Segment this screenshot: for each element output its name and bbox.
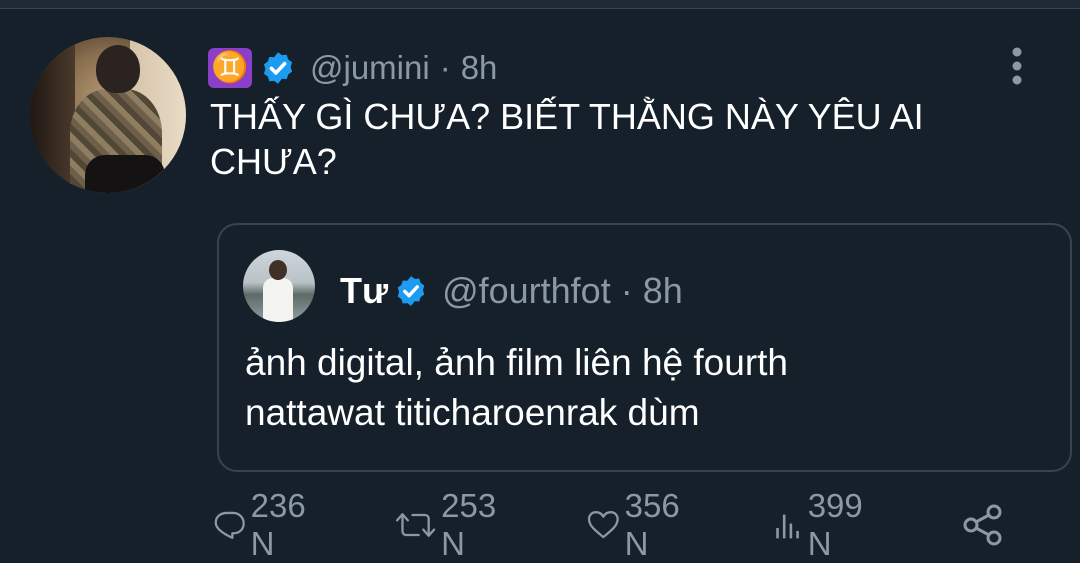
views-count: 399 N bbox=[807, 487, 863, 562]
separator-dot: · bbox=[620, 270, 633, 311]
like-count: 356 N bbox=[624, 487, 680, 562]
like-button[interactable]: 356 N bbox=[586, 487, 691, 562]
quoted-tweet-card[interactable]: Tư @fourthfot · 8h ảnh digital, ảnh film… bbox=[217, 223, 1072, 472]
quoted-author-name[interactable]: Tư bbox=[340, 270, 388, 312]
tweet-text: THẤY GÌ CHƯA? BIẾT THẰNG NÀY YÊU AI CHƯA… bbox=[210, 96, 924, 182]
tweet-header: ♊ @jumini · 8h bbox=[208, 44, 497, 92]
verified-icon bbox=[397, 276, 425, 306]
reply-count: 236 N bbox=[250, 487, 306, 562]
quoted-avatar[interactable] bbox=[243, 250, 315, 322]
tweet-time[interactable]: 8h bbox=[461, 49, 498, 87]
reply-icon bbox=[214, 511, 245, 539]
quoted-tweet-header: Tư @fourthfot · 8h bbox=[340, 269, 683, 313]
retweet-icon bbox=[395, 513, 436, 537]
like-icon bbox=[587, 511, 619, 539]
quoted-tweet-text: ảnh digital, ảnh film liên hệ fourth nat… bbox=[245, 342, 789, 433]
verified-icon bbox=[263, 52, 293, 84]
quoted-tweet-time[interactable]: 8h bbox=[643, 270, 683, 312]
retweet-count: 253 N bbox=[441, 487, 497, 562]
top-divider bbox=[0, 0, 1080, 9]
retweet-button[interactable]: 253 N bbox=[394, 487, 509, 562]
gemini-badge-icon: ♊ bbox=[208, 48, 252, 88]
views-button[interactable]: 399 N bbox=[774, 487, 873, 562]
more-icon[interactable] bbox=[1006, 46, 1028, 86]
quoted-author-handle[interactable]: @fourthfot bbox=[442, 270, 611, 312]
share-icon bbox=[963, 504, 1002, 546]
reply-button[interactable]: 236 N bbox=[212, 487, 317, 562]
author-handle[interactable]: @jumini bbox=[310, 49, 430, 87]
share-button[interactable] bbox=[960, 500, 1006, 550]
avatar[interactable] bbox=[30, 37, 186, 193]
separator-dot: · bbox=[439, 49, 451, 86]
views-icon bbox=[776, 514, 799, 539]
